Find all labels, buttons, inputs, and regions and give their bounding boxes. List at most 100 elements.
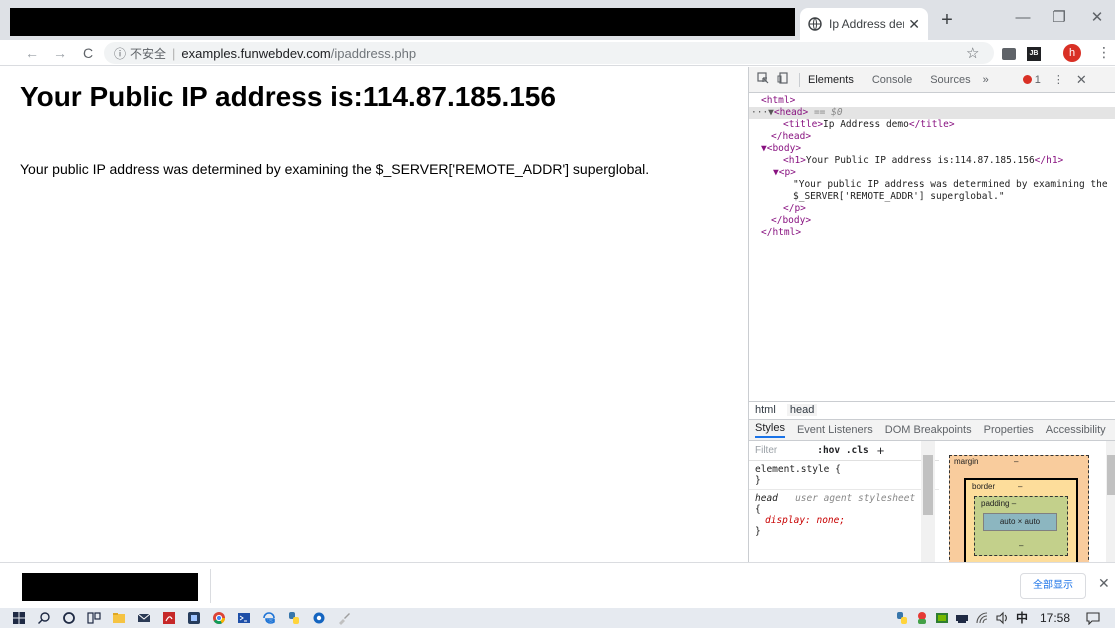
close-window-button[interactable]: ✕ (1082, 8, 1112, 30)
address-bar[interactable]: ⓘ 不安全 | examples.funwebdev.com /ipaddres… (104, 42, 994, 64)
bookmark-star-icon[interactable]: ☆ (966, 44, 979, 62)
edge-icon[interactable] (262, 611, 276, 625)
box-model-content[interactable]: auto × auto (983, 513, 1057, 531)
devtools-menu-icon[interactable]: ⋮ (1053, 73, 1064, 86)
windows-start-icon[interactable] (12, 611, 26, 625)
tray-app-icon[interactable] (915, 611, 929, 625)
clock[interactable]: 17:58 (1040, 611, 1070, 625)
show-all-button[interactable]: 全部显示 (1020, 573, 1086, 599)
tab-sources[interactable]: Sources (930, 74, 970, 86)
inspect-icon[interactable] (755, 72, 771, 87)
dom-node[interactable]: <title>Ip Address demo</title> (749, 119, 1115, 131)
device-toggle-icon[interactable] (775, 72, 791, 87)
url-path: /ipaddress.php (330, 45, 417, 61)
pdf-reader-icon[interactable] (162, 611, 176, 625)
tray-device-icon[interactable] (955, 611, 969, 625)
tray-nvidia-icon[interactable] (935, 611, 949, 625)
redacted-download-item[interactable] (22, 573, 198, 601)
minimize-button[interactable]: — (1008, 8, 1038, 30)
tab-console[interactable]: Console (872, 74, 912, 86)
page-paragraph: Your public IP address was determined by… (20, 161, 650, 177)
extension-jb-icon[interactable]: JB (1027, 47, 1041, 61)
dom-node[interactable]: ▼<body> (749, 143, 1115, 155)
devtools-close-icon[interactable]: ✕ (1076, 72, 1087, 88)
dom-node[interactable]: <h1>Your Public IP address is:114.87.185… (749, 155, 1115, 167)
mail-icon[interactable] (137, 611, 151, 625)
box-model-border[interactable]: border – padding – auto × auto – (964, 478, 1078, 564)
tab-accessibility[interactable]: Accessibility (1046, 424, 1106, 436)
ime-indicator[interactable]: 中 (1016, 611, 1028, 625)
boxmodel-scrollbar[interactable] (1106, 441, 1115, 562)
filter-input[interactable]: Filter (755, 445, 777, 456)
dom-node[interactable]: </head> (749, 131, 1115, 143)
style-rule-element[interactable]: element.style { } (749, 461, 939, 490)
url-host: examples.funwebdev.com (181, 45, 331, 61)
scrollbar-thumb[interactable] (1107, 455, 1115, 495)
box-model-diagram: margin – border – padding – auto × auto … (945, 447, 1097, 565)
hov-cls-toggle[interactable]: :hov .cls (817, 445, 868, 456)
chrome-icon[interactable] (212, 611, 226, 625)
breadcrumb-head[interactable]: head (786, 404, 818, 416)
dom-node[interactable]: </html> (749, 227, 1115, 239)
box-model-margin[interactable]: margin – border – padding – auto × auto … (949, 455, 1089, 565)
browser-menu-icon[interactable]: ⋮ (1097, 44, 1111, 61)
scrollbar-thumb[interactable] (923, 455, 933, 515)
devtools-panel: Elements Console Sources » 1 ⋮ ✕ <html> … (748, 67, 1115, 565)
dom-text-node[interactable]: "Your public IP address was determined b… (749, 179, 1115, 191)
tab-elements[interactable]: Elements (808, 74, 854, 86)
restore-button[interactable]: ❐ (1044, 8, 1074, 30)
tab-close-icon[interactable]: ✕ (908, 16, 920, 33)
style-rule-head[interactable]: head user agent stylesheet { display: no… (749, 490, 939, 540)
reload-button[interactable]: C (78, 43, 98, 63)
task-view-icon[interactable] (87, 611, 101, 625)
new-tab-button[interactable]: + (936, 10, 958, 32)
devtools-tabbar: Elements Console Sources » 1 ⋮ ✕ (749, 67, 1115, 93)
breadcrumb: html head (749, 401, 1115, 419)
back-button[interactable]: ← (22, 43, 42, 63)
file-explorer-icon[interactable] (112, 611, 126, 625)
profile-avatar[interactable]: h (1063, 44, 1081, 62)
address-toolbar: ← → C ⓘ 不安全 | examples.funwebdev.com /ip… (0, 40, 1115, 66)
dom-tree[interactable]: <html> ···▼<head> == $0 <title>Ip Addres… (749, 93, 1115, 239)
dom-node-selected[interactable]: ···▼<head> == $0 (749, 107, 1115, 119)
forward-button[interactable]: → (50, 43, 70, 63)
app-circle-icon[interactable] (312, 611, 326, 625)
info-icon[interactable]: ⓘ (114, 45, 126, 62)
url-separator: | (172, 45, 176, 61)
download-divider (210, 569, 211, 603)
wifi-icon[interactable] (975, 611, 989, 625)
styles-pane: Filter :hov .cls + element.style { } hea… (749, 441, 939, 562)
dom-node[interactable]: <html> (749, 95, 1115, 107)
search-icon[interactable] (37, 611, 51, 625)
dom-node[interactable]: </p> (749, 203, 1115, 215)
tray-python-icon[interactable] (895, 611, 909, 625)
error-counter[interactable]: 1 (1022, 73, 1041, 86)
app-icon[interactable] (187, 611, 201, 625)
security-label: 不安全 (130, 46, 167, 61)
tab-dom-breakpoints[interactable]: DOM Breakpoints (885, 424, 972, 436)
extension-icon[interactable] (1002, 48, 1016, 60)
page-viewport: Your Public IP address is:114.87.185.156… (0, 67, 748, 562)
cortana-icon[interactable] (62, 611, 76, 625)
box-model-padding[interactable]: padding – auto × auto – (974, 496, 1068, 556)
powershell-icon[interactable] (237, 611, 251, 625)
dom-node[interactable]: </body> (749, 215, 1115, 227)
dom-text-node[interactable]: $_SERVER['REMOTE_ADDR'] superglobal." (749, 191, 1115, 203)
python-icon[interactable] (287, 611, 301, 625)
download-bar: 全部显示 ✕ (0, 562, 1115, 608)
breadcrumb-html[interactable]: html (755, 404, 776, 416)
error-count: 1 (1034, 73, 1041, 86)
tab-ip-address[interactable]: Ip Address der ✕ (800, 8, 928, 40)
tab-styles[interactable]: Styles (755, 422, 785, 438)
tab-properties[interactable]: Properties (984, 424, 1034, 436)
dom-node[interactable]: ▼<p> (749, 167, 1115, 179)
more-tabs-button[interactable]: » (983, 74, 989, 86)
notifications-icon[interactable] (1086, 611, 1100, 626)
volume-icon[interactable] (995, 611, 1009, 625)
paint-icon[interactable] (337, 611, 351, 625)
styles-scrollbar[interactable] (921, 441, 935, 562)
tab-event-listeners[interactable]: Event Listeners (797, 424, 873, 436)
page-heading: Your Public IP address is:114.87.185.156 (20, 81, 556, 112)
download-bar-close-icon[interactable]: ✕ (1098, 575, 1110, 592)
add-rule-button[interactable]: + (877, 443, 885, 458)
